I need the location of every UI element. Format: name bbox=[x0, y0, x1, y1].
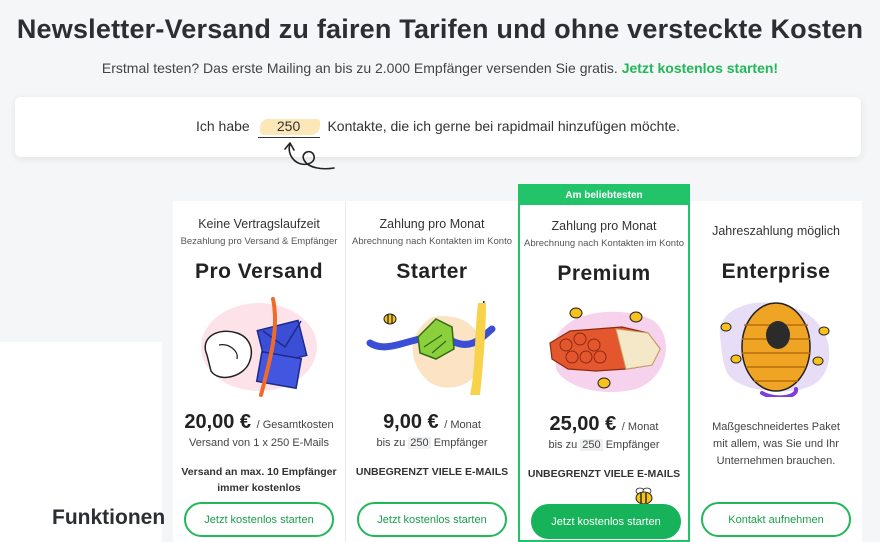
plan-billing-detail: Abrechnung nach Kontakten im Konto bbox=[351, 236, 513, 247]
plan-enterprise: Jahreszahlung möglich Enterprise Maßgesc… bbox=[690, 201, 862, 542]
page-subtitle: Erstmal testen? Das erste Mailing an bis… bbox=[0, 60, 880, 76]
plan-price-unit: / Gesamtkosten bbox=[256, 419, 334, 431]
plan-quota: Versand von 1 x 250 E-Mails bbox=[188, 437, 330, 449]
plan-billing-detail: Bezahlung pro Versand & Empfänger bbox=[180, 236, 338, 247]
envelope-illustration bbox=[201, 297, 317, 397]
plan-quota-suffix: Empfänger bbox=[605, 439, 660, 451]
plan-extra: Versand an max. 10 Empfänger immer koste… bbox=[173, 464, 345, 496]
plan-price: 9,00 € / Monat bbox=[346, 411, 518, 434]
plan-pro-versand: Keine Vertragslaufzeit Bezahlung pro Ver… bbox=[173, 201, 345, 542]
plan-price: 25,00 € / Monat bbox=[520, 413, 688, 436]
contacts-sentence: Ich habe Kontakte, die ich gerne bei rap… bbox=[15, 118, 861, 135]
plan-name: Enterprise bbox=[721, 260, 831, 283]
rocket-leaf-illustration bbox=[366, 300, 496, 396]
honeycomb-illustration bbox=[549, 307, 666, 393]
contacts-count-input[interactable] bbox=[260, 118, 317, 134]
plan-billing-label: Jahreszahlung möglich bbox=[712, 224, 840, 238]
plan-billing-label: Zahlung pro Monat bbox=[379, 217, 485, 231]
plan-billing-label: Zahlung pro Monat bbox=[551, 219, 657, 233]
plan-description: Maßgeschneidertes Paket mit allem, was S… bbox=[712, 421, 840, 467]
plan-premium: Am beliebtesten Zahlung pro Monat Abrech… bbox=[518, 184, 690, 542]
plan-quota-prefix: bis zu bbox=[376, 437, 406, 449]
plan-name: Starter bbox=[396, 260, 468, 283]
plan-price-unit: / Monat bbox=[444, 419, 481, 431]
section-title-funktionen: Funktionen bbox=[52, 506, 166, 529]
page-title: Newsletter-Versand zu fairen Tarifen und… bbox=[16, 14, 864, 44]
plan-quota-value: 250 bbox=[580, 439, 603, 451]
start-free-button-pro-versand[interactable]: Jetzt kostenlos starten bbox=[184, 502, 334, 537]
plan-quota: bis zu 250 Empfänger bbox=[520, 439, 688, 451]
plan-name: Pro Versand bbox=[194, 260, 324, 283]
contacts-card: Ich habe Kontakte, die ich gerne bei rap… bbox=[15, 97, 861, 157]
plan-extra-line-2: immer kostenlos bbox=[217, 482, 301, 494]
plan-quota-suffix: Empfänger bbox=[433, 437, 488, 449]
contact-button-enterprise[interactable]: Kontakt aufnehmen bbox=[701, 502, 851, 537]
plan-extra: UNBEGRENZT VIELE E-MAILS bbox=[346, 464, 518, 480]
beehive-illustration bbox=[719, 302, 830, 397]
plan-extra-line-1: Versand an max. 10 Empfänger bbox=[181, 466, 337, 478]
plan-quota-prefix: bis zu bbox=[548, 439, 578, 451]
plan-price: 20,00 € / Gesamtkosten bbox=[173, 411, 345, 434]
swirl-arrow-icon bbox=[284, 142, 335, 170]
subtitle-text: Erstmal testen? Das erste Mailing an bis… bbox=[101, 60, 618, 76]
plan-extra-line-1: UNBEGRENZT VIELE E-MAILS bbox=[355, 466, 509, 478]
plan-price-unit: / Monat bbox=[621, 421, 659, 433]
plan-quota-value: 250 bbox=[408, 437, 431, 449]
contacts-input-wrap bbox=[258, 118, 320, 135]
start-free-button-starter[interactable]: Jetzt kostenlos starten bbox=[357, 502, 507, 537]
plan-quota: bis zu 250 Empfänger bbox=[346, 437, 518, 449]
plan-extra-line-1: UNBEGRENZT VIELE E-MAILS bbox=[527, 468, 681, 480]
bee-icon bbox=[635, 487, 653, 505]
plan-billing-detail: Abrechnung nach Kontakten im Konto bbox=[523, 238, 685, 249]
plan-price-value: 25,00 € bbox=[549, 413, 617, 435]
start-free-button-premium[interactable]: Jetzt kostenlos starten bbox=[531, 504, 681, 539]
plan-extra: UNBEGRENZT VIELE E-MAILS bbox=[520, 466, 688, 482]
contacts-input-underline bbox=[258, 137, 320, 138]
plan-price-value: 20,00 € bbox=[184, 411, 252, 433]
contacts-suffix: Kontakte, die ich gerne bei rapidmail hi… bbox=[327, 118, 681, 134]
plan-billing-label: Keine Vertragslaufzeit bbox=[198, 217, 320, 231]
contacts-prefix: Ich habe bbox=[195, 118, 250, 134]
start-free-link[interactable]: Jetzt kostenlos starten! bbox=[622, 60, 778, 76]
pricing-plans: Keine Vertragslaufzeit Bezahlung pro Ver… bbox=[173, 184, 862, 542]
plan-name: Premium bbox=[557, 262, 651, 285]
plan-price-value: 9,00 € bbox=[383, 411, 439, 433]
plan-starter: Zahlung pro Monat Abrechnung nach Kontak… bbox=[346, 201, 518, 542]
bee-icon bbox=[383, 313, 397, 325]
